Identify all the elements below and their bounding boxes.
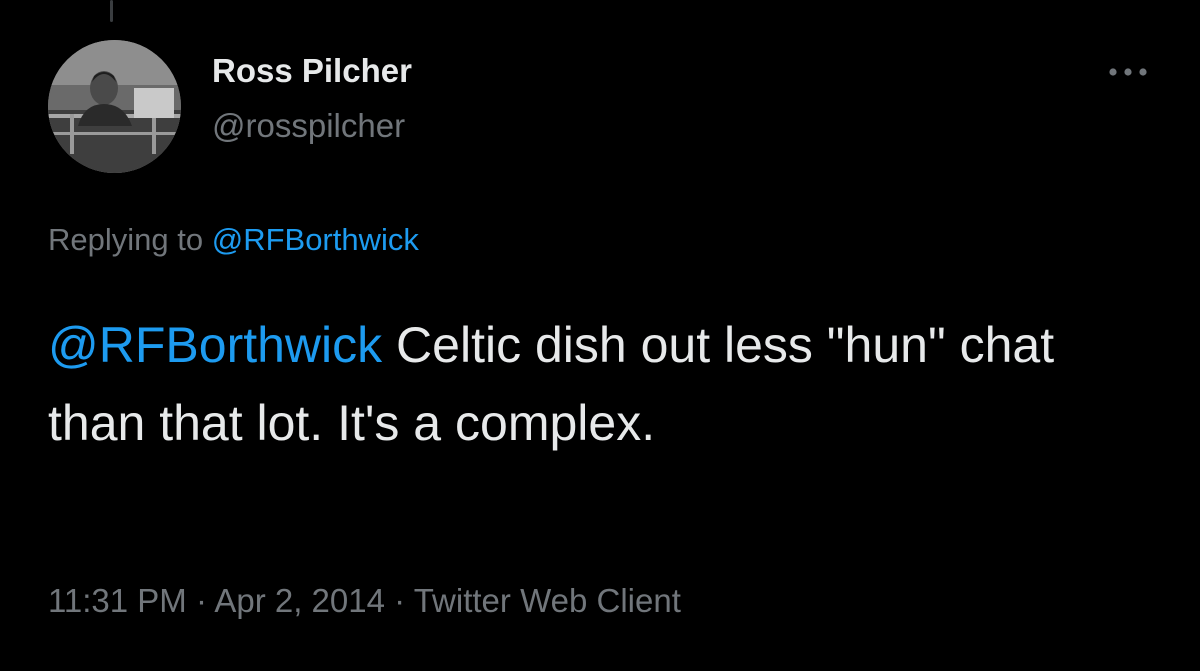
more-options-button[interactable] (1100, 56, 1156, 88)
tweet-time[interactable]: 11:31 PM (48, 582, 187, 619)
tweet-text: @RFBorthwick Celtic dish out less "hun" … (48, 306, 1148, 462)
tweet-date[interactable]: Apr 2, 2014 (214, 582, 385, 619)
tweet-card: Ross Pilcher @rosspilcher Replying to @R… (0, 0, 1200, 671)
meta-separator: · (195, 582, 207, 619)
replying-to-label: Replying to (48, 222, 204, 257)
tweet-source: Twitter Web Client (413, 582, 681, 619)
meta-separator: · (394, 582, 406, 619)
author-handle[interactable]: @rosspilcher (212, 107, 405, 145)
more-dots-icon (1109, 68, 1147, 76)
avatar[interactable] (48, 40, 181, 173)
replying-to-mention-link[interactable]: @RFBorthwick (212, 222, 419, 257)
user-photo-avatar-image (48, 40, 181, 173)
author-display-name[interactable]: Ross Pilcher (212, 52, 412, 90)
tweet-meta: 11:31 PM · Apr 2, 2014 · Twitter Web Cli… (48, 582, 681, 620)
thread-connector-line (110, 0, 113, 22)
tweet-mention-link[interactable]: @RFBorthwick (48, 317, 382, 373)
replying-to-line: Replying to @RFBorthwick (48, 222, 419, 258)
